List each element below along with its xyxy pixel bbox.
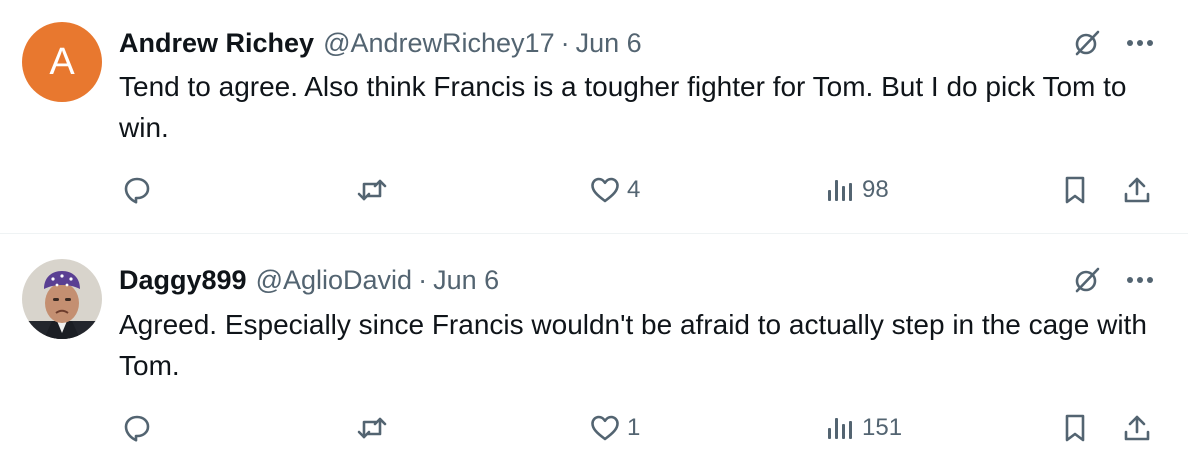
tweet-date[interactable]: Jun 6 <box>433 265 499 296</box>
heart-icon <box>589 412 621 444</box>
reply-button[interactable] <box>121 170 159 210</box>
retweet-button[interactable] <box>356 408 394 448</box>
bookmark-button[interactable] <box>1059 408 1091 448</box>
separator-dot: · <box>560 27 570 58</box>
retweet-icon <box>356 174 388 206</box>
tweet-text: Agreed. Especially since Francis wouldn'… <box>119 309 1147 381</box>
user-handle[interactable]: @AglioDavid <box>256 265 412 296</box>
avatar[interactable] <box>22 259 102 339</box>
separator-dot: · <box>418 264 428 295</box>
tweet-header: Andrew Richey @AndrewRichey17 · Jun 6 <box>119 26 642 60</box>
views-button[interactable]: 98 <box>824 170 889 210</box>
like-button[interactable]: 1 <box>589 408 640 448</box>
reply-icon <box>121 412 153 444</box>
bookmark-button[interactable] <box>1059 170 1091 210</box>
share-button[interactable] <box>1121 170 1153 210</box>
views-count: 98 <box>862 176 889 203</box>
grok-icon[interactable] <box>1072 265 1102 295</box>
display-name[interactable]: Daggy899 <box>119 265 247 296</box>
more-icon[interactable] <box>1126 276 1154 284</box>
avatar-letter: A <box>22 22 102 102</box>
reply-button[interactable] <box>121 408 159 448</box>
tweet-header: Daggy899 @AglioDavid · Jun 6 <box>119 263 499 297</box>
tweet-top-icons <box>1072 28 1154 58</box>
bookmark-icon <box>1059 174 1091 206</box>
grok-icon[interactable] <box>1072 28 1102 58</box>
like-count: 1 <box>627 414 641 441</box>
tweet-text: Tend to agree. Also think Francis is a t… <box>119 71 1127 143</box>
tweet[interactable]: Daggy899 @AglioDavid · Jun 6 Agreed. Esp… <box>0 234 1188 470</box>
views-count: 151 <box>862 414 903 441</box>
tweet-actions: 4 98 <box>119 170 1158 210</box>
avatar-image <box>22 259 102 339</box>
more-icon[interactable] <box>1126 39 1154 47</box>
display-name[interactable]: Andrew Richey <box>119 28 314 59</box>
bookmark-icon <box>1059 412 1091 444</box>
share-button[interactable] <box>1121 408 1153 448</box>
retweet-icon <box>356 412 388 444</box>
views-icon <box>824 412 856 444</box>
tweet-actions: 1 151 <box>119 408 1158 448</box>
tweet-top-icons <box>1072 265 1154 295</box>
views-icon <box>824 174 856 206</box>
tweet[interactable]: A Andrew Richey @AndrewRichey17 · Jun 6 … <box>0 0 1188 234</box>
tweet-date[interactable]: Jun 6 <box>576 28 642 59</box>
share-icon <box>1121 412 1153 444</box>
like-button[interactable]: 4 <box>589 170 640 210</box>
share-icon <box>1121 174 1153 206</box>
like-count: 4 <box>627 176 641 203</box>
avatar[interactable]: A <box>22 22 102 102</box>
heart-icon <box>589 174 621 206</box>
reply-icon <box>121 174 153 206</box>
views-button[interactable]: 151 <box>824 408 902 448</box>
user-handle[interactable]: @AndrewRichey17 <box>323 28 555 59</box>
retweet-button[interactable] <box>356 170 394 210</box>
